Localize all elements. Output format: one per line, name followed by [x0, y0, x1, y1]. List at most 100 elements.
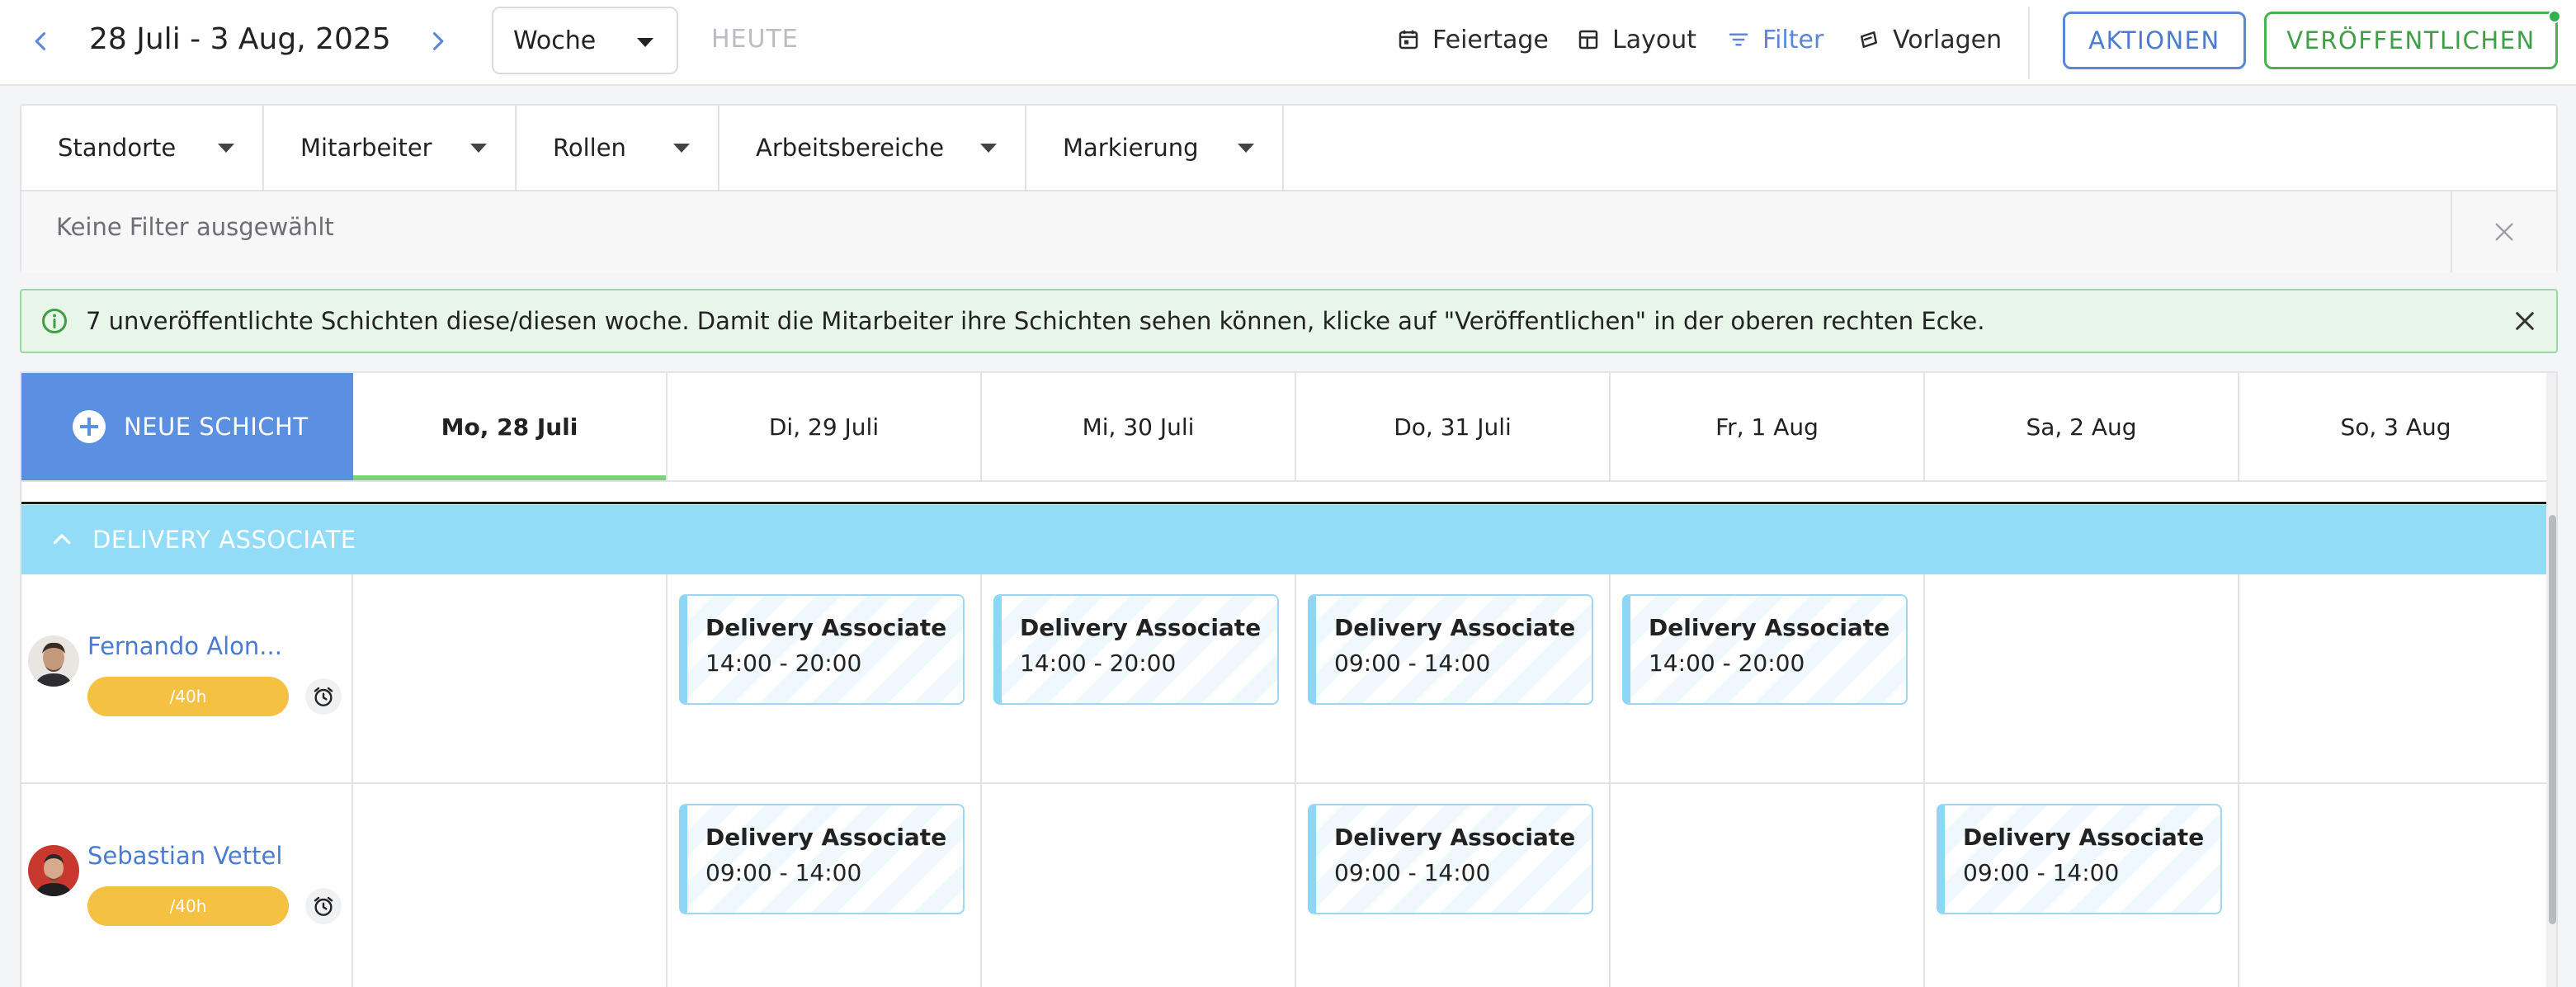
- filter-workareas-dropdown[interactable]: Arbeitsbereiche: [719, 106, 1026, 190]
- shift-title: Delivery Associate: [1334, 614, 1576, 641]
- day-cell[interactable]: Delivery Associate 09:00 - 14:00: [1296, 574, 1611, 782]
- shift-time: 09:00 - 14:00: [1963, 859, 2120, 886]
- layout-icon: [1578, 30, 1598, 50]
- hours-badge: /40h: [87, 677, 289, 716]
- filter-status-text: Keine Filter ausgewählt: [56, 213, 334, 241]
- close-icon: [2495, 223, 2513, 241]
- day-header-fri[interactable]: Fr, 1 Aug: [1611, 373, 1925, 480]
- caret-down-icon: [1238, 144, 1254, 153]
- filter-locations-dropdown[interactable]: Standorte: [21, 106, 264, 190]
- shift-card[interactable]: Delivery Associate 09:00 - 14:00: [1308, 594, 1593, 705]
- day-cell[interactable]: [1925, 574, 2239, 782]
- day-header-tue[interactable]: Di, 29 Juli: [668, 373, 982, 480]
- filter-tags-label: Markierung: [1063, 134, 1199, 162]
- actions-button[interactable]: AKTIONEN: [2063, 12, 2246, 69]
- hours-badge: /40h: [87, 886, 289, 926]
- availability-button[interactable]: [305, 888, 342, 924]
- header-divider: [21, 480, 2546, 482]
- filter-employees-label: Mitarbeiter: [300, 134, 432, 162]
- filter-icon: [1729, 33, 1748, 46]
- shift-time: 14:00 - 20:00: [705, 649, 862, 677]
- shift-title: Delivery Associate: [705, 614, 947, 641]
- group-header-delivery-associate[interactable]: DELIVERY ASSOCIATE: [21, 505, 2546, 574]
- shift-time: 09:00 - 14:00: [705, 859, 862, 886]
- template-icon: [1861, 31, 1877, 48]
- avatar[interactable]: [28, 845, 79, 896]
- holidays-label: Feiertage: [1432, 25, 1549, 54]
- toolbar-divider: [2028, 7, 2030, 79]
- day-cell[interactable]: Delivery Associate 09:00 - 14:00: [1296, 784, 1611, 987]
- plus-circle-icon: [73, 410, 106, 443]
- chevron-up-icon: [53, 534, 71, 545]
- filter-roles-dropdown[interactable]: Rollen: [517, 106, 719, 190]
- layout-label: Layout: [1612, 25, 1696, 54]
- employee-name[interactable]: Sebastian Vettel: [87, 842, 282, 870]
- day-cell[interactable]: [2239, 574, 2554, 782]
- employee-cell: Sebastian Vettel /40h: [21, 784, 353, 987]
- day-cell[interactable]: Delivery Associate 09:00 - 14:00: [1925, 784, 2239, 987]
- filter-employees-dropdown[interactable]: Mitarbeiter: [264, 106, 517, 190]
- vertical-scrollbar[interactable]: [2546, 373, 2556, 987]
- day-header-thu[interactable]: Do, 31 Juli: [1296, 373, 1611, 480]
- day-cell[interactable]: Delivery Associate 09:00 - 14:00: [668, 784, 982, 987]
- calendar-icon: [1399, 30, 1418, 50]
- shift-title: Delivery Associate: [705, 824, 947, 851]
- day-cell[interactable]: Delivery Associate 14:00 - 20:00: [668, 574, 982, 782]
- shift-time: 09:00 - 14:00: [1334, 649, 1491, 677]
- shift-card[interactable]: Delivery Associate 14:00 - 20:00: [1622, 594, 1908, 705]
- banner-message: 7 unveröffentlichte Schichten diese/dies…: [86, 307, 1985, 335]
- day-cell[interactable]: [353, 574, 668, 782]
- day-header-mon[interactable]: Mo, 28 Juli: [353, 373, 668, 480]
- today-button[interactable]: HEUTE: [711, 17, 799, 63]
- holidays-button[interactable]: Feiertage: [1396, 17, 1549, 63]
- shift-time: 09:00 - 14:00: [1334, 859, 1491, 886]
- shift-card[interactable]: Delivery Associate 09:00 - 14:00: [1308, 804, 1593, 914]
- employee-row: Sebastian Vettel /40h Delivery Associate…: [21, 784, 2554, 987]
- day-cell[interactable]: Delivery Associate 14:00 - 20:00: [1611, 574, 1925, 782]
- layout-button[interactable]: Layout: [1576, 17, 1696, 63]
- templates-label: Vorlagen: [1893, 25, 2003, 54]
- day-cell[interactable]: [1611, 784, 1925, 987]
- shift-title: Delivery Associate: [1963, 824, 2205, 851]
- avatar[interactable]: [28, 635, 79, 687]
- filter-dropdown-row: Standorte Mitarbeiter Rollen Arbeitsbere…: [21, 106, 1284, 190]
- shift-time: 14:00 - 20:00: [1020, 649, 1177, 677]
- shift-card[interactable]: Delivery Associate 14:00 - 20:00: [679, 594, 965, 705]
- caret-down-icon: [470, 144, 487, 153]
- day-header-sun[interactable]: So, 3 Aug: [2239, 373, 2554, 480]
- day-cell[interactable]: [982, 784, 1296, 987]
- day-cell[interactable]: [2239, 784, 2554, 987]
- employee-name[interactable]: Fernando Alon...: [87, 632, 282, 660]
- day-cell[interactable]: [353, 784, 668, 987]
- shift-card[interactable]: Delivery Associate 09:00 - 14:00: [679, 804, 965, 914]
- scrollbar-thumb[interactable]: [2549, 515, 2556, 924]
- filter-workareas-label: Arbeitsbereiche: [756, 134, 945, 162]
- alarm-clock-icon: [314, 896, 333, 916]
- shift-title: Delivery Associate: [1649, 614, 1890, 641]
- publish-button[interactable]: VERÖFFENTLICHEN: [2264, 12, 2558, 69]
- filter-tags-dropdown[interactable]: Markierung: [1026, 106, 1284, 190]
- view-select-value: Woche: [513, 26, 597, 55]
- prev-week-button[interactable]: [18, 18, 64, 64]
- caret-down-icon: [673, 144, 690, 153]
- new-shift-button[interactable]: NEUE SCHICHT: [21, 373, 353, 480]
- templates-button[interactable]: Vorlagen: [1857, 17, 2002, 63]
- chevron-right-icon: [432, 32, 444, 50]
- schedule-header: NEUE SCHICHT Mo, 28 Juli Di, 29 Juli Mi,…: [21, 373, 2556, 484]
- shift-title: Delivery Associate: [1334, 824, 1576, 851]
- shift-card[interactable]: Delivery Associate 09:00 - 14:00: [1937, 804, 2222, 914]
- day-header-sat[interactable]: Sa, 2 Aug: [1925, 373, 2239, 480]
- view-select[interactable]: Woche: [492, 7, 678, 74]
- clear-filters-button[interactable]: [2451, 191, 2556, 272]
- filter-button[interactable]: Filter: [1726, 17, 1823, 63]
- day-header-wed[interactable]: Mi, 30 Juli: [982, 373, 1296, 480]
- shift-time: 14:00 - 20:00: [1649, 649, 1805, 677]
- day-cell[interactable]: Delivery Associate 14:00 - 20:00: [982, 574, 1296, 782]
- employee-cell: Fernando Alon... /40h: [21, 574, 353, 782]
- shift-card[interactable]: Delivery Associate 14:00 - 20:00: [993, 594, 1279, 705]
- caret-down-icon: [637, 38, 653, 47]
- availability-button[interactable]: [305, 678, 342, 715]
- close-banner-icon[interactable]: [2512, 308, 2538, 334]
- next-week-button[interactable]: [414, 18, 460, 64]
- caret-down-icon: [218, 144, 234, 153]
